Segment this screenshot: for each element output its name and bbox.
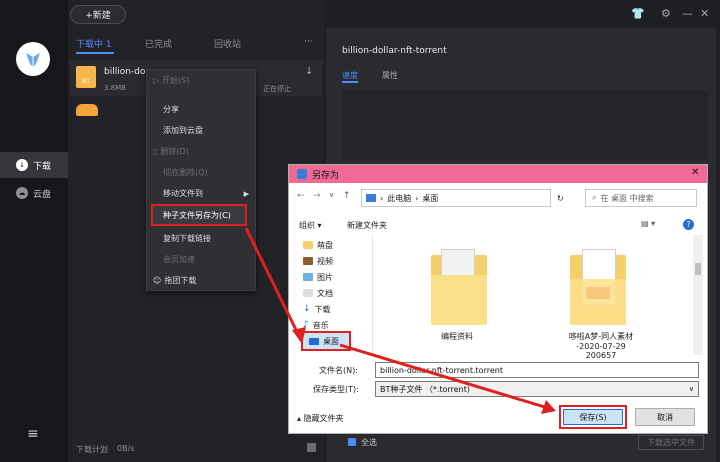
app-window: ↓ 下载 ☁ 云盘 ≡ +新建 下载中 1 已完成 回收站 ··· BT bil…	[0, 0, 720, 462]
annotation-arrows	[244, 227, 556, 414]
arrow-to-desktop	[244, 227, 302, 339]
arrow-to-save	[339, 343, 549, 410]
arrowhead	[292, 327, 306, 344]
